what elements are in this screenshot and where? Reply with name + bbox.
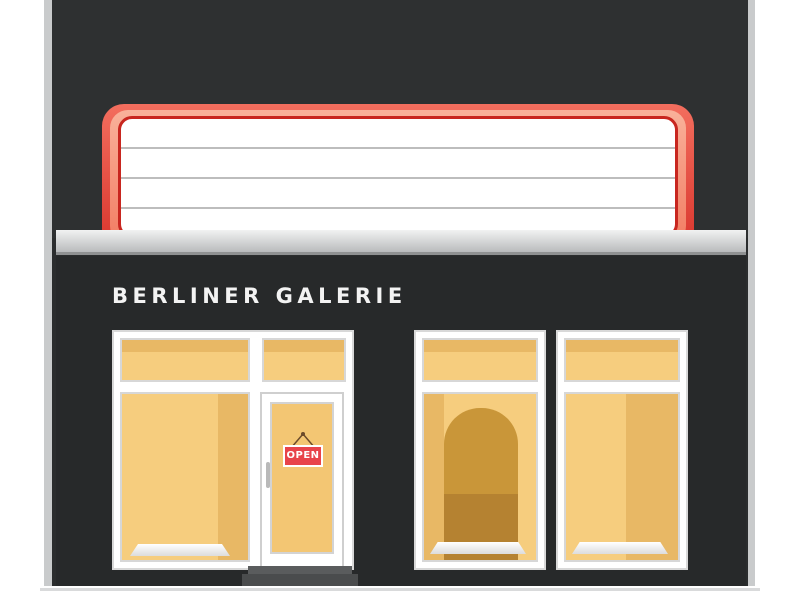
entrance-step-upper	[248, 566, 352, 574]
marquee-letter-rail	[121, 177, 675, 179]
door-transom-pane	[262, 338, 346, 382]
middle-transom-pane	[422, 338, 538, 382]
door-handle[interactable]	[266, 462, 270, 488]
left-transom-pane	[120, 338, 250, 382]
display-pedestal	[430, 542, 526, 554]
right-display-window	[564, 392, 680, 562]
left-display-window	[120, 392, 250, 562]
open-sign: OPEN	[283, 445, 323, 467]
shop-name: BERLINER GALERIE	[112, 284, 407, 308]
marquee-letter-rail	[121, 147, 675, 149]
sidewalk-edge	[40, 588, 760, 591]
marquee-letter-rail	[121, 207, 675, 209]
display-pedestal	[572, 542, 668, 554]
middle-display-window	[422, 392, 538, 562]
awning-ledge	[56, 230, 746, 255]
display-pedestal	[130, 544, 230, 556]
door-glass	[270, 402, 334, 554]
marquee-sign-board	[118, 116, 678, 238]
storefront-illustration: BERLINER GALERIE OPEN	[0, 0, 800, 600]
right-transom-pane	[564, 338, 680, 382]
